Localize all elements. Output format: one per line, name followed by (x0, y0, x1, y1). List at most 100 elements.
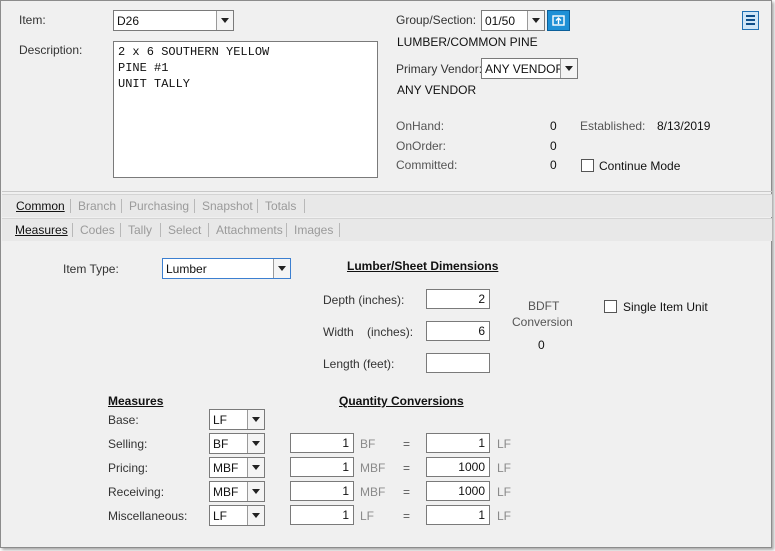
tab-codes[interactable]: Codes (80, 223, 115, 237)
tab-select[interactable]: Select (168, 223, 201, 237)
description-label: Description: (19, 43, 83, 57)
menu-button[interactable] (742, 11, 759, 30)
committed-value: 0 (550, 158, 557, 172)
onorder-value: 0 (550, 139, 557, 153)
base-measure-combo[interactable]: LF (209, 409, 265, 430)
description-line: PINE #1 (118, 61, 169, 75)
description-line: UNIT TALLY (118, 77, 191, 91)
miscellaneous-conv-input[interactable]: 1 (426, 505, 490, 525)
selling-qty-input[interactable]: 1 (290, 433, 354, 453)
tab-separator (257, 199, 258, 213)
chevron-down-icon[interactable] (247, 410, 264, 429)
primary-vendor-label: Primary Vendor: (396, 62, 483, 76)
receiving-label: Receiving: (108, 485, 165, 499)
item-type-combo[interactable]: Lumber (162, 258, 291, 279)
item-value: D26 (117, 14, 140, 28)
miscellaneous-qty-input[interactable]: 1 (290, 505, 354, 525)
miscellaneous-equals: = (403, 509, 411, 523)
tab-attachments[interactable]: Attachments (216, 223, 283, 237)
committed-label: Committed: (396, 158, 458, 172)
single-item-unit-label: Single Item Unit (623, 300, 708, 314)
tab-totals[interactable]: Totals (265, 199, 296, 213)
tab-branch[interactable]: Branch (78, 199, 116, 213)
selling-label: Selling: (108, 437, 148, 451)
receiving-from-unit: MBF (360, 485, 386, 499)
chevron-down-icon[interactable] (527, 11, 544, 30)
chevron-down-icon[interactable] (560, 59, 577, 78)
receiving-to-unit: LF (497, 485, 512, 499)
pricing-measure-value: MBF (213, 461, 239, 475)
continue-mode-checkbox[interactable] (581, 159, 594, 172)
item-combo[interactable]: D26 (113, 10, 234, 31)
miscellaneous-measure-value: LF (213, 509, 228, 523)
group-section-label: Group/Section: (396, 13, 477, 27)
measures-heading: Measures (108, 394, 164, 408)
pricing-qty-input[interactable]: 1 (290, 457, 354, 477)
miscellaneous-measure-combo[interactable]: LF (209, 505, 265, 526)
tab-common[interactable]: Common (16, 199, 65, 213)
tab-separator (120, 223, 121, 237)
hamburger-menu-icon (746, 15, 755, 25)
miscellaneous-label: Miscellaneous: (108, 509, 188, 523)
primary-vendor-value: ANY VENDOR (485, 62, 565, 76)
tab-separator (70, 199, 71, 213)
group-lookup-button[interactable] (547, 10, 570, 31)
tab-separator (208, 223, 209, 237)
pricing-label: Pricing: (108, 461, 149, 475)
chevron-down-icon[interactable] (247, 482, 264, 501)
tab-separator (72, 223, 73, 237)
receiving-equals: = (403, 485, 411, 499)
depth-input[interactable]: 2 (426, 289, 490, 309)
length-label: Length (feet): (323, 357, 395, 371)
tab-tally[interactable]: Tally (128, 223, 152, 237)
onhand-value: 0 (550, 119, 557, 133)
chevron-down-icon[interactable] (247, 458, 264, 477)
selling-to-unit: LF (497, 437, 512, 451)
onhand-label: OnHand: (396, 119, 445, 133)
pricing-measure-combo[interactable]: MBF (209, 457, 265, 478)
description-line: 2 x 6 SOUTHERN YELLOW (118, 45, 270, 59)
miscellaneous-from-unit: LF (360, 509, 375, 523)
item-label: Item: (19, 13, 46, 27)
tab-separator (304, 199, 305, 213)
single-item-unit-checkbox[interactable] (604, 300, 617, 313)
chevron-down-icon[interactable] (216, 11, 233, 30)
length-input[interactable] (426, 353, 490, 373)
selling-measure-combo[interactable]: BF (209, 433, 265, 454)
item-type-value: Lumber (166, 262, 207, 276)
header-divider (2, 191, 772, 192)
bdft-conversion-label: Conversion (512, 315, 573, 329)
bdft-label: BDFT (528, 299, 560, 313)
selling-measure-value: BF (213, 437, 229, 451)
miscellaneous-to-unit: LF (497, 509, 512, 523)
tab-images[interactable]: Images (294, 223, 333, 237)
continue-mode-label: Continue Mode (599, 159, 681, 173)
tab-separator (339, 223, 340, 237)
bdft-value: 0 (538, 338, 545, 352)
chevron-down-icon[interactable] (247, 434, 264, 453)
receiving-conv-input[interactable]: 1000 (426, 481, 490, 501)
group-section-combo[interactable]: 01/50 (481, 10, 545, 31)
chevron-down-icon[interactable] (273, 259, 290, 278)
open-folder-icon (552, 15, 565, 26)
description-textarea[interactable]: 2 x 6 SOUTHERN YELLOW PINE #1 UNIT TALLY (113, 41, 378, 178)
depth-label: Depth (inches): (323, 293, 405, 307)
pricing-to-unit: LF (497, 461, 512, 475)
vendor-name: ANY VENDOR (397, 83, 477, 97)
secondary-tab-bar: Measures Codes Tally Select Attachments … (2, 218, 772, 241)
selling-conv-input[interactable]: 1 (426, 433, 490, 453)
receiving-measure-value: MBF (213, 485, 239, 499)
tab-snapshot[interactable]: Snapshot (202, 199, 253, 213)
base-measure-value: LF (213, 413, 228, 427)
primary-vendor-combo[interactable]: ANY VENDOR (481, 58, 578, 79)
pricing-conv-input[interactable]: 1000 (426, 457, 490, 477)
chevron-down-icon[interactable] (247, 506, 264, 525)
tab-separator (194, 199, 195, 213)
tab-separator (286, 223, 287, 237)
width-input[interactable]: 6 (426, 321, 490, 341)
tab-separator (160, 223, 161, 237)
tab-purchasing[interactable]: Purchasing (129, 199, 189, 213)
tab-measures[interactable]: Measures (15, 223, 68, 237)
receiving-measure-combo[interactable]: MBF (209, 481, 265, 502)
receiving-qty-input[interactable]: 1 (290, 481, 354, 501)
